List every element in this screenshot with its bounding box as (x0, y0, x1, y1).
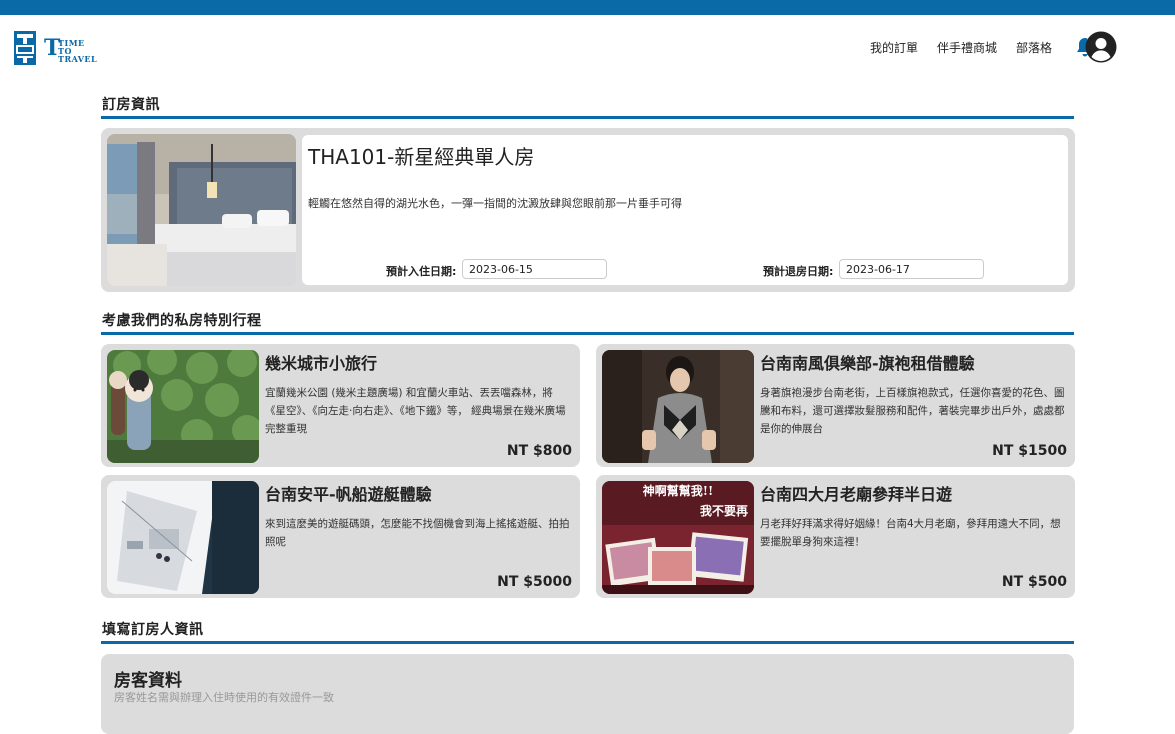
logo-word-travel: TRAVEL (58, 54, 98, 64)
tour-name: 台南南風俱樂部-旗袍租借體驗 (760, 354, 975, 373)
tour-card[interactable]: 幾米城市小旅行 宜蘭幾米公園 (幾米主題廣場) 和宜蘭火車站、丟丟噹森林，將《星… (101, 344, 580, 467)
tour-card[interactable]: 台南安平-帆船遊艇體驗 來到這麼美的遊艇碼頭，怎麼能不找個機會到海上搖搖遊艇、拍… (101, 475, 580, 598)
booking-card: THA101-新星經典單人房 輕觸在悠然自得的湖光水色，一彈一指間的沈澱放肆與您… (101, 128, 1075, 292)
nav-blog[interactable]: 部落格 (1016, 39, 1052, 56)
section-title-tours: 考慮我們的私房特別行程 (102, 313, 262, 329)
section-title-booking: 訂房資訊 (102, 97, 160, 113)
tour-price: NT $1500 (992, 443, 1067, 459)
tour-image-qipao (602, 350, 754, 463)
tour-price: NT $800 (506, 443, 572, 459)
logo-mark-icon (14, 31, 36, 65)
temple-caption-line-2: 我不要再 (700, 503, 748, 518)
tour-description: 來到這麼美的遊艇碼頭，怎麼能不找個機會到海上搖搖遊艇、拍拍照呢 (265, 518, 570, 548)
tour-description: 身著旗袍漫步台南老街，上百樣旗袍款式，任選你喜愛的花色、圖騰和布料，還可選擇妝髮… (760, 387, 1065, 435)
tour-card[interactable]: 台南南風俱樂部-旗袍租借體驗 身著旗袍漫步台南老街，上百樣旗袍款式，任選你喜愛的… (596, 344, 1075, 467)
checkin-date-field[interactable]: 2023-06-15 (462, 259, 607, 279)
top-accent-bar (0, 0, 1175, 15)
tour-price: NT $500 (1001, 574, 1067, 590)
temple-caption-line-1: 神啊幫幫我!! (643, 483, 714, 498)
tour-description: 宜蘭幾米公園 (幾米主題廣場) 和宜蘭火車站、丟丟噹森林，將《星空》、《向左走·… (265, 387, 566, 435)
nav-souvenir-shop[interactable]: 伴手禮商城 (937, 39, 997, 56)
logo-wordmark: T TIME TO TRAVEL (44, 33, 104, 65)
tour-image-yacht (107, 481, 259, 594)
section-divider (101, 641, 1074, 644)
section-title-guest: 填寫訂房人資訊 (102, 622, 204, 638)
main-nav: 我的訂單 伴手禮商城 部落格 (870, 32, 1117, 62)
site-header: T TIME TO TRAVEL 我的訂單 伴手禮商城 部落格 (0, 15, 1175, 83)
tour-name: 台南四大月老廟參拜半日遊 (760, 485, 953, 504)
room-title: THA101-新星經典單人房 (308, 145, 535, 169)
guest-info-card: 房客資料 房客姓名需與辦理入住時使用的有效證件一致 (101, 654, 1074, 734)
section-divider (101, 332, 1074, 335)
tour-name: 幾米城市小旅行 (265, 354, 378, 373)
user-avatar-icon[interactable] (1085, 31, 1117, 63)
brand-logo[interactable]: T TIME TO TRAVEL (14, 31, 104, 67)
tour-card[interactable]: 神啊幫幫我!! 我不要再 台南四大月老廟參拜半日遊 月老拜好拜滿求得好姻緣！台南… (596, 475, 1075, 598)
room-description: 輕觸在悠然自得的湖光水色，一彈一指間的沈澱放肆與您眼前那一片垂手可得 (308, 197, 682, 210)
nav-my-orders[interactable]: 我的訂單 (870, 39, 918, 56)
checkin-label: 預計入住日期: (386, 265, 457, 278)
tour-image-jimmy (107, 350, 259, 463)
tour-name: 台南安平-帆船遊艇體驗 (265, 485, 432, 504)
tour-image-temple: 神啊幫幫我!! 我不要再 (602, 481, 754, 594)
guest-info-title: 房客資料 (114, 671, 182, 691)
tour-price: NT $5000 (497, 574, 572, 590)
room-photo (107, 134, 296, 286)
checkout-date-field[interactable]: 2023-06-17 (839, 259, 984, 279)
room-info-panel: THA101-新星經典單人房 輕觸在悠然自得的湖光水色，一彈一指間的沈澱放肆與您… (302, 135, 1068, 285)
tour-description: 月老拜好拜滿求得好姻緣！台南4大月老廟，參拜用遠大不同，想要擺脫單身狗來這裡！ (760, 518, 1061, 548)
guest-info-subtitle: 房客姓名需與辦理入住時使用的有效證件一致 (114, 691, 334, 704)
checkout-label: 預計退房日期: (763, 265, 834, 278)
section-divider (101, 116, 1074, 119)
